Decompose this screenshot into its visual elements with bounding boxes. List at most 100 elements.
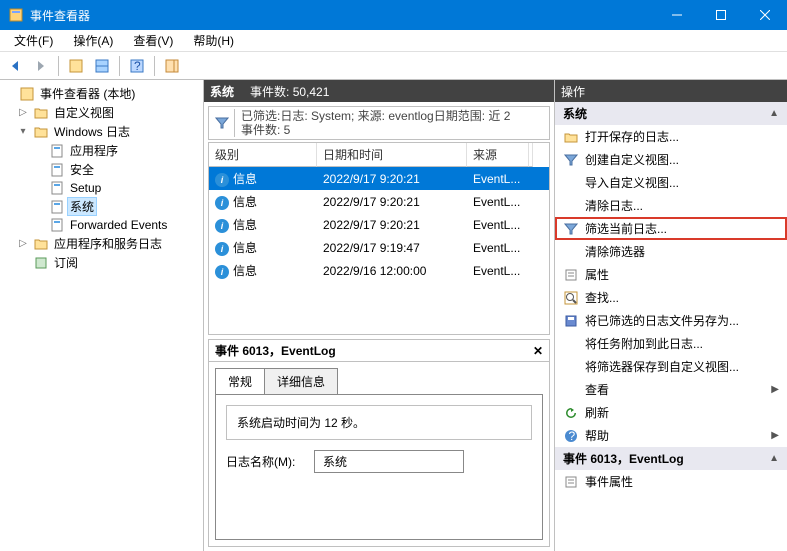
show-detail-button[interactable] bbox=[91, 55, 113, 77]
filter-bar: 已筛选:日志: System; 来源: eventlog日期范围: 近 2 事件… bbox=[208, 106, 550, 140]
collapse-icon[interactable]: ▾ bbox=[16, 126, 30, 137]
show-tree-button[interactable] bbox=[65, 55, 87, 77]
tree-application[interactable]: 应用程序 bbox=[0, 141, 203, 160]
event-grid: 级别 日期和时间 来源 bbox=[208, 142, 550, 167]
menu-file[interactable]: 文件(F) bbox=[4, 30, 63, 51]
info-icon: i bbox=[215, 242, 229, 256]
tree-label: 订阅 bbox=[54, 254, 78, 271]
menu-action[interactable]: 操作(A) bbox=[63, 30, 123, 51]
expand-icon[interactable]: ▷ bbox=[16, 107, 30, 118]
table-row[interactable]: i信息2022/9/16 12:00:00EventL... bbox=[209, 259, 549, 282]
blank-icon bbox=[563, 382, 579, 398]
tree-label: 安全 bbox=[70, 161, 94, 178]
forward-button[interactable] bbox=[30, 55, 52, 77]
table-row[interactable]: i信息2022/9/17 9:20:21EventL... bbox=[209, 213, 549, 236]
tree-setup[interactable]: Setup bbox=[0, 179, 203, 197]
action-item[interactable]: 查找... bbox=[555, 286, 787, 309]
info-icon: i bbox=[215, 219, 229, 233]
detail-close-button[interactable]: ✕ bbox=[533, 344, 543, 358]
action-item[interactable]: 将已筛选的日志文件另存为... bbox=[555, 309, 787, 332]
col-source[interactable]: 来源 bbox=[467, 143, 529, 167]
filter-text: 已筛选:日志: System; 来源: eventlog日期范围: 近 2 事件… bbox=[241, 109, 545, 137]
info-icon: i bbox=[215, 173, 229, 187]
expand-icon[interactable]: ▷ bbox=[16, 238, 30, 249]
help-button[interactable]: ? bbox=[126, 55, 148, 77]
tree-label: Windows 日志 bbox=[54, 123, 130, 140]
properties-icon bbox=[563, 474, 579, 490]
actions-panel: 操作 系统 ▲ 打开保存的日志...创建自定义视图...导入自定义视图...清除… bbox=[555, 80, 787, 551]
close-button[interactable] bbox=[743, 0, 787, 30]
log-icon bbox=[49, 143, 65, 159]
action-item[interactable]: 将筛选器保存到自定义视图... bbox=[555, 355, 787, 378]
menu-view[interactable]: 查看(V) bbox=[123, 30, 183, 51]
tree-label: 事件查看器 (本地) bbox=[40, 85, 135, 102]
cell-datetime: 2022/9/17 9:20:21 bbox=[317, 169, 467, 189]
tree-windows-logs[interactable]: ▾ Windows 日志 bbox=[0, 122, 203, 141]
log-icon bbox=[49, 217, 65, 233]
log-name-row: 日志名称(M): 系统 bbox=[226, 450, 532, 473]
separator bbox=[119, 56, 120, 76]
tree-custom-views[interactable]: ▷ 自定义视图 bbox=[0, 103, 203, 122]
cell-source: EventL... bbox=[467, 192, 529, 212]
funnel-icon[interactable] bbox=[213, 109, 235, 137]
menu-help[interactable]: 帮助(H) bbox=[183, 30, 244, 51]
maximize-button[interactable] bbox=[699, 0, 743, 30]
action-item[interactable]: 属性 bbox=[555, 263, 787, 286]
col-datetime[interactable]: 日期和时间 bbox=[317, 143, 467, 167]
action-item[interactable]: 导入自定义视图... bbox=[555, 171, 787, 194]
tab-details[interactable]: 详细信息 bbox=[264, 368, 338, 394]
detail-title: 事件 6013，EventLog bbox=[215, 342, 533, 359]
blank-icon bbox=[563, 336, 579, 352]
action-label: 将已筛选的日志文件另存为... bbox=[585, 312, 779, 329]
grid-body[interactable]: i信息2022/9/17 9:20:21EventL...i信息2022/9/1… bbox=[208, 167, 550, 335]
collapse-icon: ▲ bbox=[769, 108, 779, 119]
event-viewer-icon bbox=[19, 86, 35, 102]
action-item[interactable]: 事件属性 bbox=[555, 470, 787, 493]
detail-message: 系统启动时间为 12 秒。 bbox=[237, 416, 365, 430]
action-item[interactable]: 筛选当前日志... bbox=[555, 217, 787, 240]
tree-system[interactable]: 系统 bbox=[0, 197, 203, 216]
minimize-button[interactable] bbox=[655, 0, 699, 30]
table-row[interactable]: i信息2022/9/17 9:19:47EventL... bbox=[209, 236, 549, 259]
collapse-icon: ▲ bbox=[769, 453, 779, 464]
action-item[interactable]: 查看▶ bbox=[555, 378, 787, 401]
tree-label: 系统 bbox=[70, 198, 94, 215]
action-item[interactable]: 将任务附加到此日志... bbox=[555, 332, 787, 355]
action-pane-button[interactable] bbox=[161, 55, 183, 77]
action-item[interactable]: 创建自定义视图... bbox=[555, 148, 787, 171]
detail-message-box: 系统启动时间为 12 秒。 bbox=[226, 405, 532, 440]
detail-header: 事件 6013，EventLog ✕ bbox=[209, 340, 549, 362]
actions-section-event[interactable]: 事件 6013，EventLog ▲ bbox=[555, 447, 787, 470]
funnel-icon bbox=[563, 221, 579, 237]
cell-datetime: 2022/9/16 12:00:00 bbox=[317, 261, 467, 281]
action-item[interactable]: ?帮助▶ bbox=[555, 424, 787, 447]
cell-datetime: 2022/9/17 9:19:47 bbox=[317, 238, 467, 258]
cell-source: EventL... bbox=[467, 238, 529, 258]
table-row[interactable]: i信息2022/9/17 9:20:21EventL... bbox=[209, 190, 549, 213]
cell-level: 信息 bbox=[233, 264, 257, 278]
action-item[interactable]: 刷新 bbox=[555, 401, 787, 424]
actions-section-system[interactable]: 系统 ▲ bbox=[555, 102, 787, 125]
detail-tabs: 常规 详细信息 bbox=[209, 362, 549, 394]
back-button[interactable] bbox=[4, 55, 26, 77]
folder-icon bbox=[33, 236, 49, 252]
action-item[interactable]: 清除筛选器 bbox=[555, 240, 787, 263]
col-level[interactable]: 级别 bbox=[209, 143, 317, 167]
cell-datetime: 2022/9/17 9:20:21 bbox=[317, 215, 467, 235]
tree-forwarded-events[interactable]: Forwarded Events bbox=[0, 216, 203, 234]
action-item[interactable]: 打开保存的日志... bbox=[555, 125, 787, 148]
log-name-value: 系统 bbox=[314, 450, 464, 473]
tree-security[interactable]: 安全 bbox=[0, 160, 203, 179]
tree-root[interactable]: 事件查看器 (本地) bbox=[0, 84, 203, 103]
cell-level: 信息 bbox=[233, 195, 257, 209]
action-item[interactable]: 清除日志... bbox=[555, 194, 787, 217]
tree-app-services-logs[interactable]: ▷ 应用程序和服务日志 bbox=[0, 234, 203, 253]
action-label: 打开保存的日志... bbox=[585, 128, 779, 145]
col-extra[interactable] bbox=[529, 143, 533, 167]
table-row[interactable]: i信息2022/9/17 9:20:21EventL... bbox=[209, 167, 549, 190]
tab-general[interactable]: 常规 bbox=[215, 368, 265, 394]
tree-label: 应用程序和服务日志 bbox=[54, 235, 162, 252]
action-label: 筛选当前日志... bbox=[585, 220, 779, 237]
action-label: 将筛选器保存到自定义视图... bbox=[585, 358, 779, 375]
tree-subscriptions[interactable]: 订阅 bbox=[0, 253, 203, 272]
